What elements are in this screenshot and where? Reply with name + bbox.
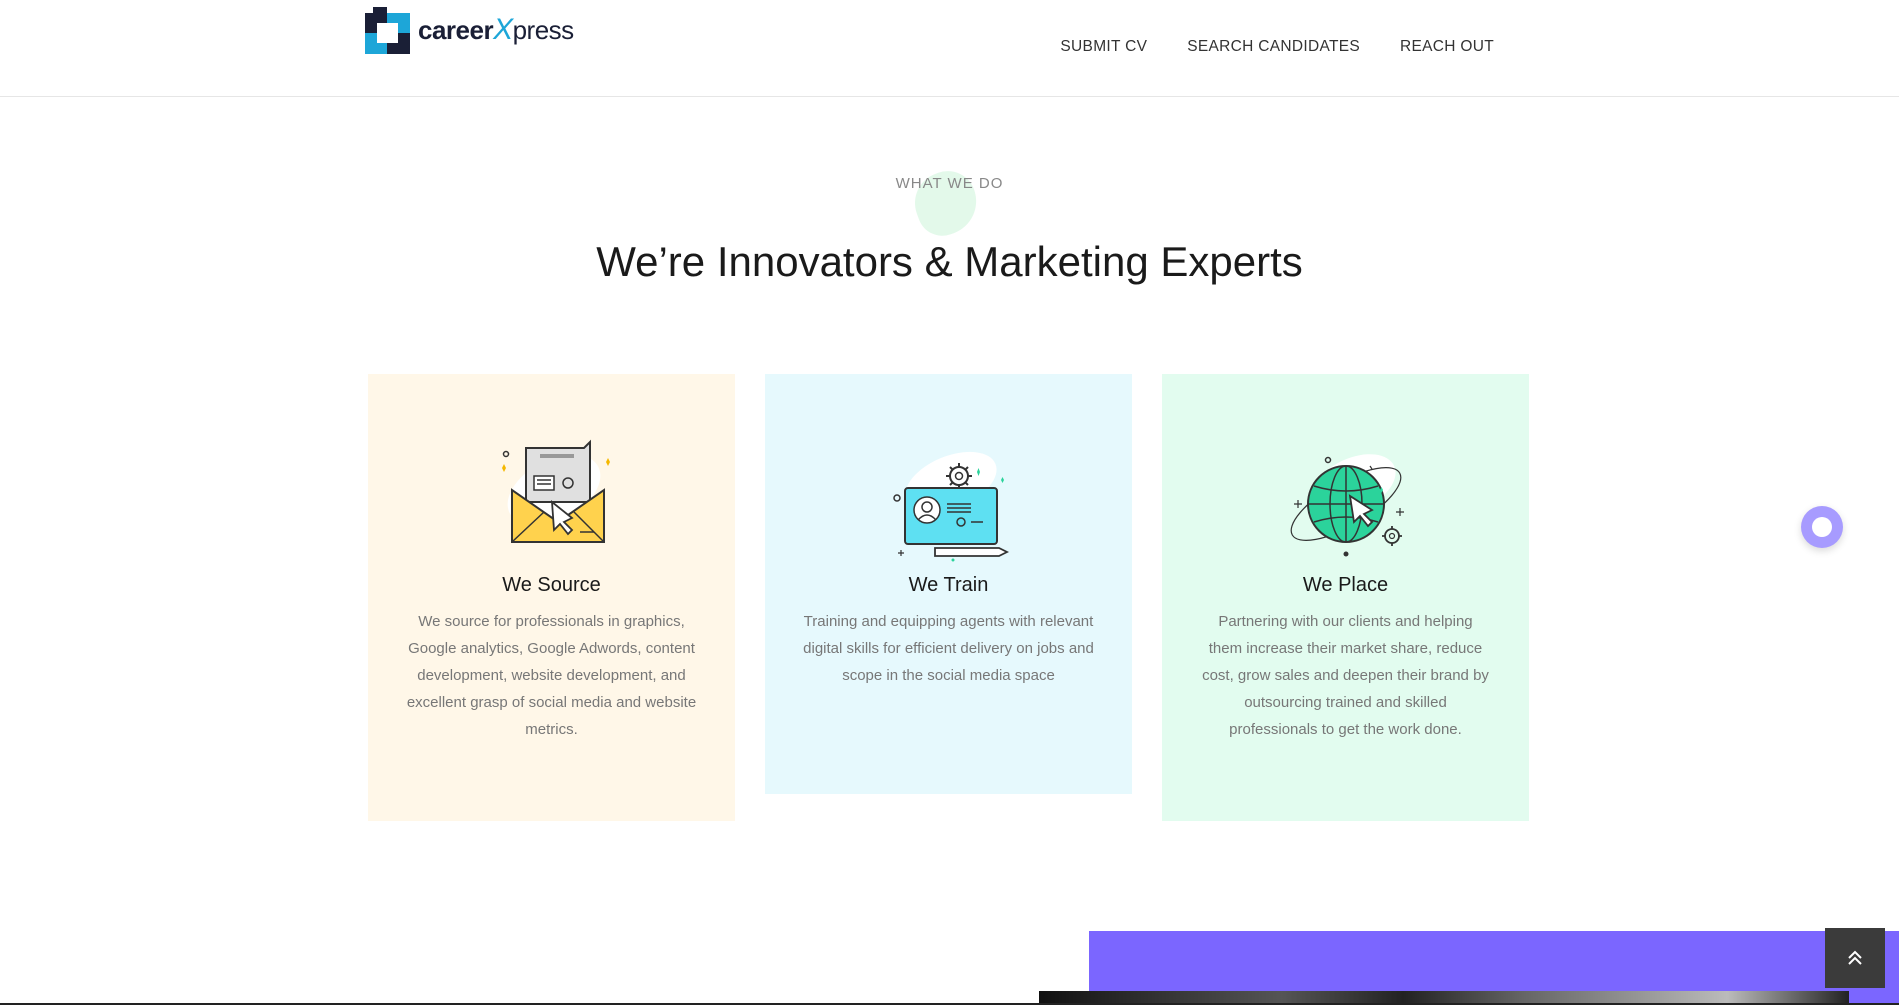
- card-title-train: We Train: [908, 574, 989, 596]
- envelope-icon: [368, 432, 735, 562]
- nav-search-candidates[interactable]: SEARCH CANDIDATES: [1187, 38, 1360, 56]
- nav-submit-cv[interactable]: SUBMIT CV: [1060, 38, 1147, 56]
- section-eyebrow: WHAT WE DO: [895, 175, 1004, 192]
- globe-icon: [1162, 432, 1529, 562]
- logo-text-career: career: [418, 15, 494, 45]
- nav-reach-out[interactable]: REACH OUT: [1400, 38, 1494, 56]
- card-text-train: Training and equipping agents with relev…: [803, 613, 1094, 684]
- main-nav: SUBMIT CV SEARCH CANDIDATES REACH OUT: [1060, 38, 1494, 56]
- card-title-source: We Source: [502, 574, 601, 596]
- chat-widget-button[interactable]: [1801, 506, 1843, 548]
- logo-wordmark: careerXpress: [418, 15, 574, 45]
- logo-text-x: X: [493, 13, 513, 46]
- card-title-place: We Place: [1302, 574, 1389, 596]
- chat-bubble-icon: [1812, 517, 1832, 537]
- section-eyebrow-wrap: WHAT WE DO: [0, 175, 1899, 193]
- chevron-double-up-icon: [1848, 950, 1862, 965]
- card-text-place: Partnering with our clients and helping …: [1202, 613, 1489, 738]
- service-card-source: We Source We source for professionals in…: [368, 374, 735, 821]
- brand-logo[interactable]: careerXpress: [365, 6, 574, 54]
- laptop-profile-icon: [765, 432, 1132, 562]
- logo-mark-icon: [365, 6, 410, 54]
- service-card-place: We Place Partnering with our clients and…: [1162, 374, 1529, 821]
- scroll-to-top-button[interactable]: [1825, 928, 1885, 988]
- logo-text-press: press: [512, 15, 575, 45]
- service-card-train: We Train Training and equipping agents w…: [765, 374, 1132, 794]
- card-text-source: We source for professionals in graphics,…: [406, 613, 697, 738]
- site-header: careerXpress SUBMIT CV SEARCH CANDIDATES…: [0, 0, 1899, 97]
- section-headline: We’re Innovators & Marketing Experts: [596, 238, 1303, 285]
